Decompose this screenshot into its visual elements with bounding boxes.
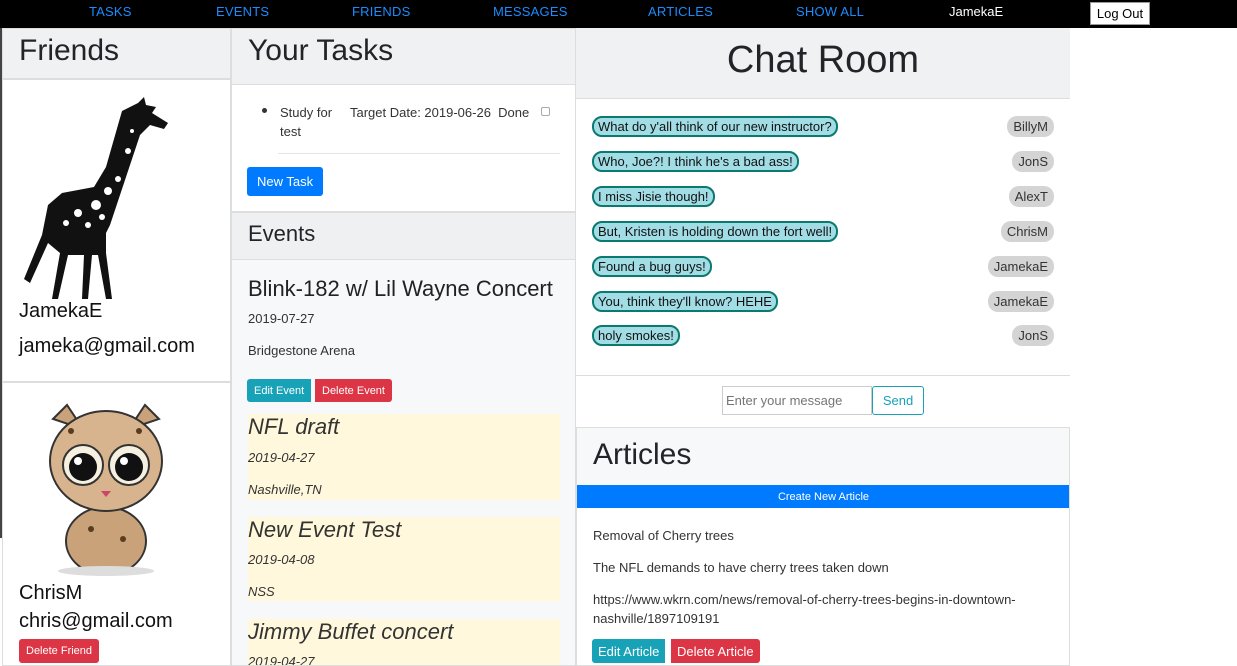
event-card: Jimmy Buffet concert 2019-04-27 xyxy=(248,619,560,666)
friend-card: JamekaE jameka@gmail.com xyxy=(2,79,231,382)
chat-sender: JamekaE xyxy=(987,256,1054,277)
chat-sender: ChrisM xyxy=(1000,221,1054,242)
chat-sender: BillyM xyxy=(1007,116,1054,137)
delete-article-button[interactable]: Delete Article xyxy=(671,639,760,663)
chat-sender: JonS xyxy=(1012,151,1054,172)
nav-articles-link[interactable]: ARTICLES xyxy=(648,4,713,19)
friends-title: Friends xyxy=(2,28,231,79)
event-location: NSS xyxy=(248,584,275,599)
chat-message: Found a bug guys! xyxy=(592,256,712,277)
chat-message: holy smokes! xyxy=(592,325,680,346)
event-title: Blink-182 w/ Lil Wayne Concert xyxy=(248,276,553,301)
chat-messages: What do y'all think of our new instructo… xyxy=(576,99,1070,376)
article-synopsis: The NFL demands to have cherry trees tak… xyxy=(593,560,889,575)
articles-title: Articles xyxy=(577,428,1069,485)
task-done-label: Done xyxy=(498,105,530,120)
event-title: NFL draft xyxy=(248,414,340,439)
tasks-panel: Your Tasks Study for test Target Date: 2… xyxy=(231,28,576,212)
giraffe-icon xyxy=(24,97,168,299)
chat-message: I miss Jisie though! xyxy=(592,186,715,207)
friend-card: ChrisM chris@gmail.com Delete Friend xyxy=(2,382,231,666)
article-url[interactable]: https://www.wkrn.com/news/removal-of-che… xyxy=(593,592,1016,607)
bullet-icon xyxy=(262,108,267,113)
nav-tasks-link[interactable]: TASKS xyxy=(89,4,132,19)
logout-button[interactable]: Log Out xyxy=(1090,2,1150,25)
nav-messages-link[interactable]: MESSAGES xyxy=(493,4,568,19)
chat-sender: JamekaE xyxy=(987,291,1054,312)
chat-message: You, think they'll know? HEHE xyxy=(592,291,778,312)
events-panel: Events Blink-182 w/ Lil Wayne Concert 20… xyxy=(231,212,576,666)
divider xyxy=(278,153,560,154)
chat-message: But, Kristen is holding down the fort we… xyxy=(592,221,839,242)
nav-username: JamekaE xyxy=(949,4,1004,19)
event-location: Bridgestone Arena xyxy=(248,343,355,358)
create-article-button[interactable]: Create New Article xyxy=(577,485,1069,508)
send-message-button[interactable]: Send xyxy=(872,386,924,415)
edit-event-button[interactable]: Edit Event xyxy=(247,379,312,402)
nav-show-all-link[interactable]: SHOW ALL xyxy=(796,4,864,19)
task-done-checkbox[interactable] xyxy=(541,107,550,116)
event-card: New Event Test 2019-04-08 NSS xyxy=(248,517,560,601)
event-title: New Event Test xyxy=(248,517,402,542)
friend-email: chris@gmail.com xyxy=(19,610,173,632)
event-card: NFL draft 2019-04-27 Nashville,TN xyxy=(248,414,560,500)
chat-sender: AlexT xyxy=(1008,186,1054,207)
articles-panel: Articles Create New Article Removal of C… xyxy=(576,427,1070,666)
event-title: Jimmy Buffet concert xyxy=(248,619,454,644)
event-location: Nashville,TN xyxy=(248,482,322,497)
event-date: 2019-04-08 xyxy=(248,552,315,567)
task-target-date: Target Date: 2019-06-26 Done xyxy=(350,105,530,120)
cat-icon xyxy=(49,403,163,576)
event-date: 2019-07-27 xyxy=(248,311,315,326)
friend-email: jameka@gmail.com xyxy=(19,335,195,357)
friends-panel: Friends JamekaE jameka@gmail.com ChrisM … xyxy=(2,28,231,666)
friend-name: ChrisM xyxy=(19,582,83,604)
tasks-title: Your Tasks xyxy=(232,29,575,85)
chat-message-input[interactable] xyxy=(722,386,872,415)
new-task-button[interactable]: New Task xyxy=(247,167,324,196)
chat-title: Chat Room xyxy=(576,28,1070,99)
events-title: Events xyxy=(232,213,575,260)
article-title: Removal of Cherry trees xyxy=(593,528,734,543)
nav-friends-link[interactable]: FRIENDS xyxy=(352,4,410,19)
event-date: 2019-04-27 xyxy=(248,654,315,666)
delete-event-button[interactable]: Delete Event xyxy=(315,379,392,402)
task-name: Study for test xyxy=(280,105,333,139)
edit-article-button[interactable]: Edit Article xyxy=(592,639,666,663)
event-date: 2019-04-27 xyxy=(248,450,315,465)
chat-message: What do y'all think of our new instructo… xyxy=(592,116,838,137)
chat-panel: Chat Room What do y'all think of our new… xyxy=(576,28,1070,376)
nav-events-link[interactable]: EVENTS xyxy=(216,4,269,19)
chat-message: Who, Joe?! I think he's a bad ass! xyxy=(592,151,799,172)
delete-friend-button[interactable]: Delete Friend xyxy=(19,639,100,663)
article-url[interactable]: nashville/1897109191 xyxy=(593,611,720,626)
top-navbar: TASKS EVENTS FRIENDS MESSAGES ARTICLES S… xyxy=(0,0,1237,28)
chat-sender: JonS xyxy=(1012,325,1054,346)
friend-name: JamekaE xyxy=(19,300,103,322)
